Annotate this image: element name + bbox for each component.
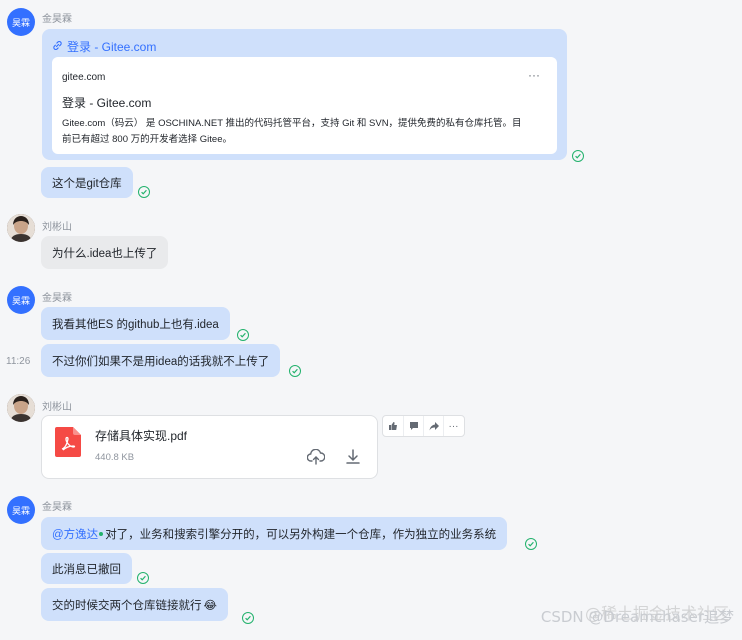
more-icon[interactable]: ··· xyxy=(443,416,463,436)
read-check-icon xyxy=(237,329,249,341)
message-bubble: @方逸达 对了，业务和搜索引擎分开的，可以另外构建一个仓库，作为独立的业务系统 xyxy=(41,517,508,550)
message-bubble: 为什么.idea也上传了 xyxy=(41,236,169,269)
cloud-save-icon[interactable] xyxy=(306,448,326,468)
read-check-icon xyxy=(137,572,149,584)
card-description-line2: 前已有超过 800 万的开发者选择 Gitee。 xyxy=(62,134,232,145)
file-size: 440.8 KB xyxy=(95,452,135,463)
avatar[interactable]: 昊霖 xyxy=(7,8,35,36)
message-bubble: 不过你们如果不是用idea的话我就不上传了 xyxy=(41,344,281,377)
link-icon xyxy=(52,40,63,54)
sender-name: 金昊霖 xyxy=(42,14,72,25)
link-title[interactable]: 登录 - Gitee.com xyxy=(52,38,156,55)
card-domain: gitee.com xyxy=(62,72,106,83)
online-status-dot xyxy=(99,531,104,536)
read-check-icon xyxy=(525,538,537,550)
message-time: 11:26 xyxy=(6,356,31,367)
user-photo-icon xyxy=(7,214,35,242)
download-icon[interactable] xyxy=(345,448,361,468)
sender-name: 刘彬山 xyxy=(42,222,72,233)
avatar[interactable] xyxy=(7,394,35,422)
sender-name: 金昊霖 xyxy=(42,502,72,513)
mention-link[interactable]: @方逸达 xyxy=(52,526,98,542)
message-bubble: 我看其他ES 的github上也有.idea xyxy=(41,307,230,340)
forward-icon[interactable] xyxy=(423,416,443,436)
sender-name: 金昊霖 xyxy=(42,293,72,304)
card-description-line1: Gitee.com（码云） 是 OSCHINA.NET 推出的代码托管平台，支持… xyxy=(62,118,522,129)
file-card[interactable]: 存储具体实现.pdf 440.8 KB xyxy=(41,415,378,479)
user-photo-icon xyxy=(7,394,35,422)
avatar[interactable]: 昊霖 xyxy=(7,286,35,314)
read-check-icon xyxy=(138,186,150,198)
recalled-message-bubble: 此消息已撤回 xyxy=(41,553,132,584)
laughing-emoji-icon: 😂 xyxy=(203,599,217,612)
read-check-icon xyxy=(242,612,254,624)
watermark: CSDN @Dreamchaser追梦 xyxy=(540,608,734,626)
link-preview-card[interactable]: gitee.com ··· 登录 - Gitee.com Gitee.com（码… xyxy=(52,57,557,154)
file-name: 存储具体实现.pdf xyxy=(95,429,188,443)
sender-name: 刘彬山 xyxy=(42,402,72,413)
read-check-icon xyxy=(572,150,584,162)
comment-icon[interactable] xyxy=(403,416,423,436)
message-bubble: 这个是git仓库 xyxy=(41,167,133,198)
read-check-icon xyxy=(289,365,301,377)
thumbs-up-icon[interactable] xyxy=(383,416,403,436)
avatar[interactable]: 昊霖 xyxy=(7,496,35,524)
message-bubble: 交的时候交两个仓库链接就行 😂 xyxy=(41,588,228,621)
message-toolbar: ··· xyxy=(382,415,465,437)
more-icon[interactable]: ··· xyxy=(528,68,540,82)
avatar[interactable] xyxy=(7,214,35,242)
card-title: 登录 - Gitee.com xyxy=(62,96,152,110)
pdf-icon xyxy=(55,427,81,460)
